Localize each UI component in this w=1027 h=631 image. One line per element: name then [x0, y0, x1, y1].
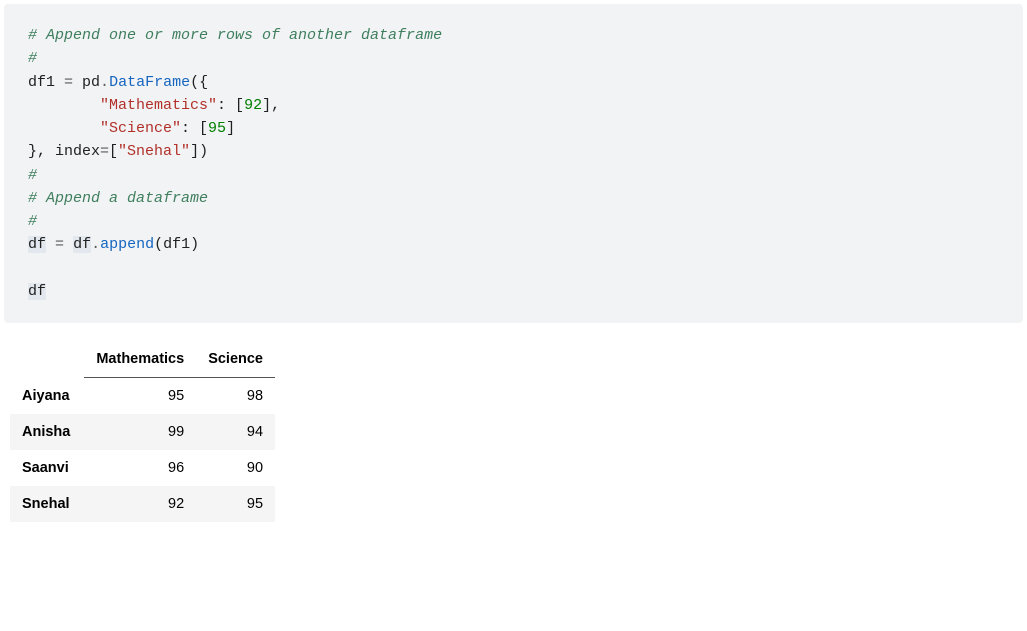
code-token: ], — [262, 97, 280, 114]
code-string: "Snehal" — [118, 143, 190, 160]
column-header: Mathematics — [84, 341, 196, 378]
table-cell: 99 — [84, 414, 196, 450]
code-comment: # — [28, 167, 37, 184]
code-comment: # — [28, 213, 37, 230]
code-comment: # Append a dataframe — [28, 190, 208, 207]
code-string: "Mathematics" — [100, 97, 217, 114]
code-token: : [ — [181, 120, 208, 137]
table-row: Anisha 99 94 — [10, 414, 275, 450]
table-row: Saanvi 96 90 — [10, 450, 275, 486]
code-indent — [28, 120, 100, 137]
code-token — [46, 236, 55, 253]
table-cell: 94 — [196, 414, 275, 450]
table-cell: 90 — [196, 450, 275, 486]
row-index: Snehal — [10, 486, 84, 522]
code-token: df1 — [28, 74, 64, 91]
code-string: "Science" — [100, 120, 181, 137]
code-token: = — [64, 74, 73, 91]
code-token: ] — [226, 120, 235, 137]
code-token: ({ — [190, 74, 208, 91]
row-index: Anisha — [10, 414, 84, 450]
row-index: Saanvi — [10, 450, 84, 486]
code-token: append — [100, 236, 154, 253]
code-number: 95 — [208, 120, 226, 137]
table-row: Snehal 92 95 — [10, 486, 275, 522]
code-comment: # Append one or more rows of another dat… — [28, 27, 442, 44]
table-row: Aiyana 95 98 — [10, 378, 275, 415]
code-token: }, index — [28, 143, 100, 160]
row-index: Aiyana — [10, 378, 84, 415]
table-cell: 96 — [84, 450, 196, 486]
code-token: (df1) — [154, 236, 199, 253]
code-token: . — [100, 74, 109, 91]
code-token: ]) — [190, 143, 208, 160]
code-token: DataFrame — [109, 74, 190, 91]
code-token: df — [73, 236, 91, 253]
table-cell: 98 — [196, 378, 275, 415]
code-token: pd — [73, 74, 100, 91]
table-header-row: Mathematics Science — [10, 341, 275, 378]
code-token: : [ — [217, 97, 244, 114]
code-token: [ — [109, 143, 118, 160]
code-indent — [28, 97, 100, 114]
code-comment: # — [28, 50, 37, 67]
column-header: Science — [196, 341, 275, 378]
table-cell: 92 — [84, 486, 196, 522]
code-token — [64, 236, 73, 253]
code-token: . — [91, 236, 100, 253]
table-cell: 95 — [196, 486, 275, 522]
output-dataframe: Mathematics Science Aiyana 95 98 Anisha … — [10, 341, 275, 522]
code-token: = — [55, 236, 64, 253]
table-corner — [10, 341, 84, 378]
code-number: 92 — [244, 97, 262, 114]
code-token: = — [100, 143, 109, 160]
code-token: df — [28, 283, 46, 300]
code-cell: # Append one or more rows of another dat… — [4, 4, 1023, 323]
code-token: df — [28, 236, 46, 253]
table-cell: 95 — [84, 378, 196, 415]
